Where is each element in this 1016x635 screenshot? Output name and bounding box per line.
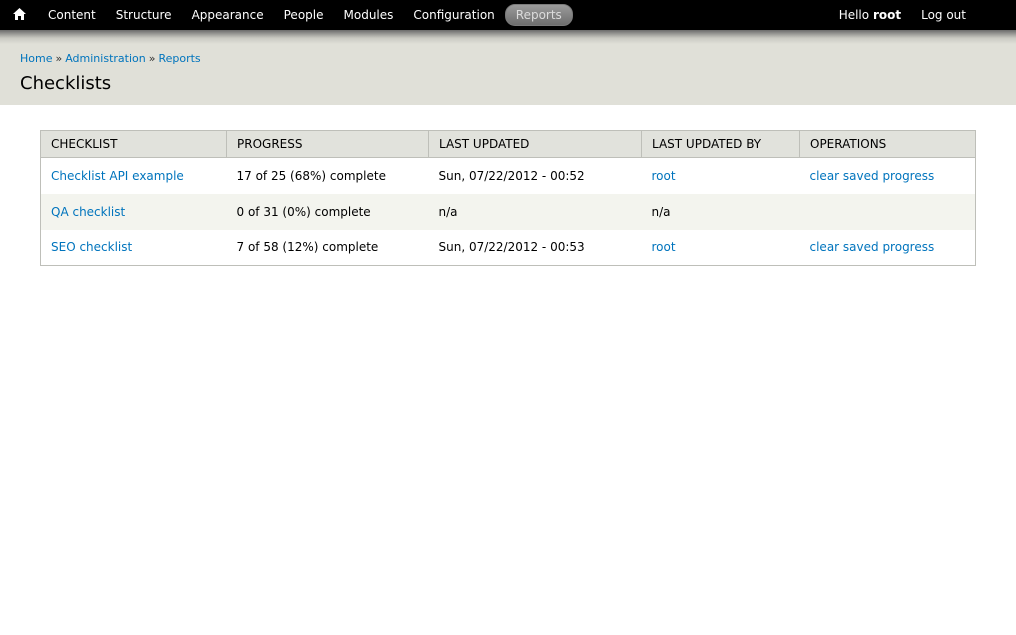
breadcrumb: Home» Administration» Reports [20, 52, 996, 65]
breadcrumb-administration[interactable]: Administration [65, 52, 146, 65]
cell-operations [799, 193, 976, 230]
cell-operations: clear saved progress [799, 157, 976, 194]
cell-progress: 17 of 25 (68%) complete [226, 157, 429, 194]
column-header-last-updated[interactable]: LAST UPDATED [428, 130, 642, 158]
cell-last-updated-by: n/a [641, 193, 800, 230]
user-area: Hello root Log out [839, 0, 966, 30]
column-header-progress[interactable]: PROGRESS [226, 130, 429, 158]
logout-link[interactable]: Log out [921, 8, 966, 22]
cell-checklist: Checklist API example [40, 157, 227, 194]
breadcrumb-separator: » [55, 52, 63, 65]
home-link[interactable] [0, 0, 38, 30]
cell-checklist: QA checklist [40, 193, 227, 230]
main-content: CHECKLIST PROGRESS LAST UPDATED LAST UPD… [0, 105, 1016, 266]
cell-last-updated: Sun, 07/22/2012 - 00:52 [428, 157, 642, 194]
checklist-link[interactable]: SEO checklist [51, 240, 132, 254]
user-link[interactable]: root [652, 169, 676, 183]
toolbar-menu: Content Structure Appearance People Modu… [38, 4, 573, 26]
page-header: Home» Administration» Reports Checklists [0, 30, 1016, 105]
toolbar-item-people[interactable]: People [274, 5, 334, 25]
checklist-link[interactable]: QA checklist [51, 205, 125, 219]
cell-progress: 7 of 58 (12%) complete [226, 229, 429, 266]
user-link[interactable]: root [652, 240, 676, 254]
checklist-link[interactable]: Checklist API example [51, 169, 184, 183]
toolbar-item-reports[interactable]: Reports [504, 4, 573, 26]
home-icon [12, 7, 26, 23]
table-header-row: CHECKLIST PROGRESS LAST UPDATED LAST UPD… [40, 130, 976, 158]
toolbar-item-appearance[interactable]: Appearance [182, 5, 274, 25]
table-row: SEO checklist 7 of 58 (12%) complete Sun… [40, 229, 976, 266]
admin-toolbar: Content Structure Appearance People Modu… [0, 0, 1016, 30]
column-header-operations: OPERATIONS [799, 130, 976, 158]
breadcrumb-home[interactable]: Home [20, 52, 52, 65]
table-row: Checklist API example 17 of 25 (68%) com… [40, 157, 976, 194]
breadcrumb-reports[interactable]: Reports [158, 52, 200, 65]
column-header-checklist[interactable]: CHECKLIST [40, 130, 227, 158]
toolbar-item-configuration[interactable]: Configuration [403, 5, 504, 25]
cell-progress: 0 of 31 (0%) complete [226, 193, 429, 230]
toolbar-item-structure[interactable]: Structure [106, 5, 182, 25]
clear-progress-link[interactable]: clear saved progress [810, 240, 935, 254]
cell-last-updated-by: root [641, 157, 800, 194]
page-title: Checklists [20, 73, 112, 94]
cell-last-updated: Sun, 07/22/2012 - 00:53 [428, 229, 642, 266]
cell-checklist: SEO checklist [40, 229, 227, 266]
toolbar-item-modules[interactable]: Modules [334, 5, 404, 25]
column-header-last-updated-by[interactable]: LAST UPDATED BY [641, 130, 800, 158]
username-link[interactable]: root [873, 8, 901, 22]
table-row: QA checklist 0 of 31 (0%) complete n/a n… [40, 193, 976, 230]
hello-text: Hello root [839, 8, 901, 22]
hello-prefix: Hello [838, 8, 870, 22]
cell-operations: clear saved progress [799, 229, 976, 266]
checklists-table: CHECKLIST PROGRESS LAST UPDATED LAST UPD… [40, 130, 976, 266]
cell-last-updated-by: root [641, 229, 800, 266]
breadcrumb-separator: » [148, 52, 156, 65]
toolbar-item-content[interactable]: Content [38, 5, 106, 25]
clear-progress-link[interactable]: clear saved progress [810, 169, 935, 183]
cell-last-updated: n/a [428, 193, 642, 230]
